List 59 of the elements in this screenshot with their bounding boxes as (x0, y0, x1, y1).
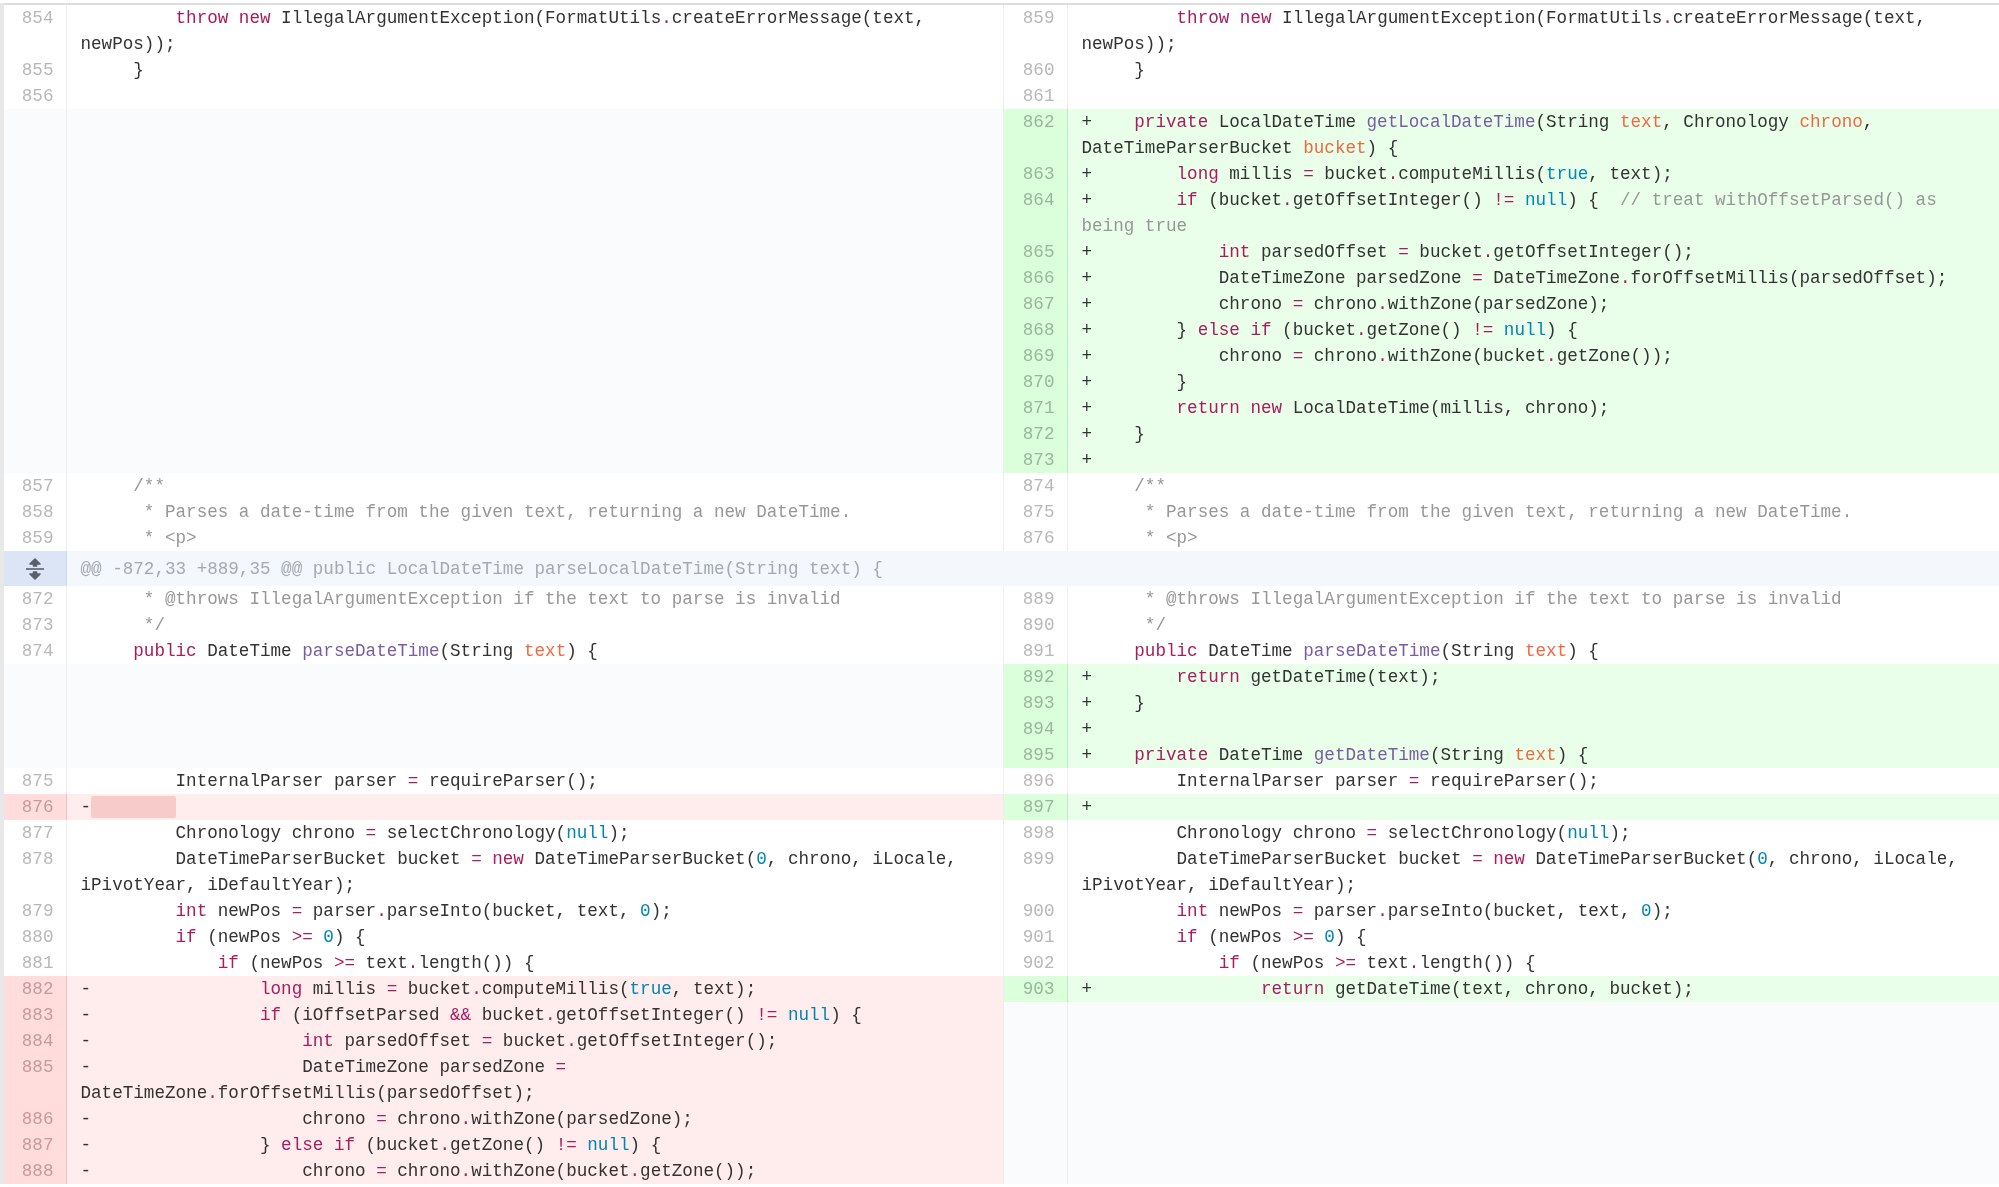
line-number: 863 (1003, 161, 1067, 187)
line-number: 896 (1003, 768, 1067, 794)
line-number: 883 (2, 1002, 66, 1028)
line-number: 879 (2, 898, 66, 924)
line-number: 875 (2, 768, 66, 794)
line-number: 856 (2, 83, 66, 109)
line-number: 858 (2, 499, 66, 525)
line-number: 884 (2, 1028, 66, 1054)
line-number: 898 (1003, 820, 1067, 846)
line-number: 903 (1003, 976, 1067, 1002)
line-number: 894 (1003, 716, 1067, 742)
line-number: 872 (1003, 421, 1067, 447)
line-number: 886 (2, 1106, 66, 1132)
line-number: 895 (1003, 742, 1067, 768)
line-number: 866 (1003, 265, 1067, 291)
line-number: 881 (2, 950, 66, 976)
line-number: 885 (2, 1054, 66, 1106)
line-number: 873 (2, 612, 66, 638)
line-number: 864 (1003, 187, 1067, 239)
line-number: 874 (2, 638, 66, 664)
line-number: 890 (1003, 612, 1067, 638)
line-number: 888 (2, 1158, 66, 1184)
line-number: 887 (2, 1132, 66, 1158)
line-number: 893 (1003, 690, 1067, 716)
line-number: 877 (2, 820, 66, 846)
line-number: 862 (1003, 109, 1067, 161)
line-number: 868 (1003, 317, 1067, 343)
line-number: 861 (1003, 83, 1067, 109)
line-number: 891 (1003, 638, 1067, 664)
line-number: 855 (2, 57, 66, 83)
expand-icon (24, 557, 45, 580)
line-number: 867 (1003, 291, 1067, 317)
line-number: 900 (1003, 898, 1067, 924)
line-number: 878 (2, 846, 66, 898)
line-number: 854 (2, 4, 66, 57)
line-number: 875 (1003, 499, 1067, 525)
line-number: 901 (1003, 924, 1067, 950)
line-number: 865 (1003, 239, 1067, 265)
line-number: 897 (1003, 794, 1067, 820)
line-number: 889 (1003, 586, 1067, 612)
line-number: 857 (2, 473, 66, 499)
line-number: 902 (1003, 950, 1067, 976)
line-number: 880 (2, 924, 66, 950)
line-number: 873 (1003, 447, 1067, 473)
line-number: 860 (1003, 57, 1067, 83)
line-number: 871 (1003, 395, 1067, 421)
hunk-header: @@ -872,33 +889,35 @@ public LocalDateTime parseLocalDateTime(String text) { (66, 551, 1999, 586)
line-number: 892 (1003, 664, 1067, 690)
line-number: 872 (2, 586, 66, 612)
line-number: 859 (1003, 4, 1067, 57)
line-number: 876 (1003, 525, 1067, 551)
line-number: 876 (2, 794, 66, 820)
line-number: 870 (1003, 369, 1067, 395)
expand-button[interactable] (2, 551, 66, 586)
line-number: 859 (2, 525, 66, 551)
line-number: 882 (2, 976, 66, 1002)
line-number: 899 (1003, 846, 1067, 898)
line-number: 869 (1003, 343, 1067, 369)
line-number: 874 (1003, 473, 1067, 499)
